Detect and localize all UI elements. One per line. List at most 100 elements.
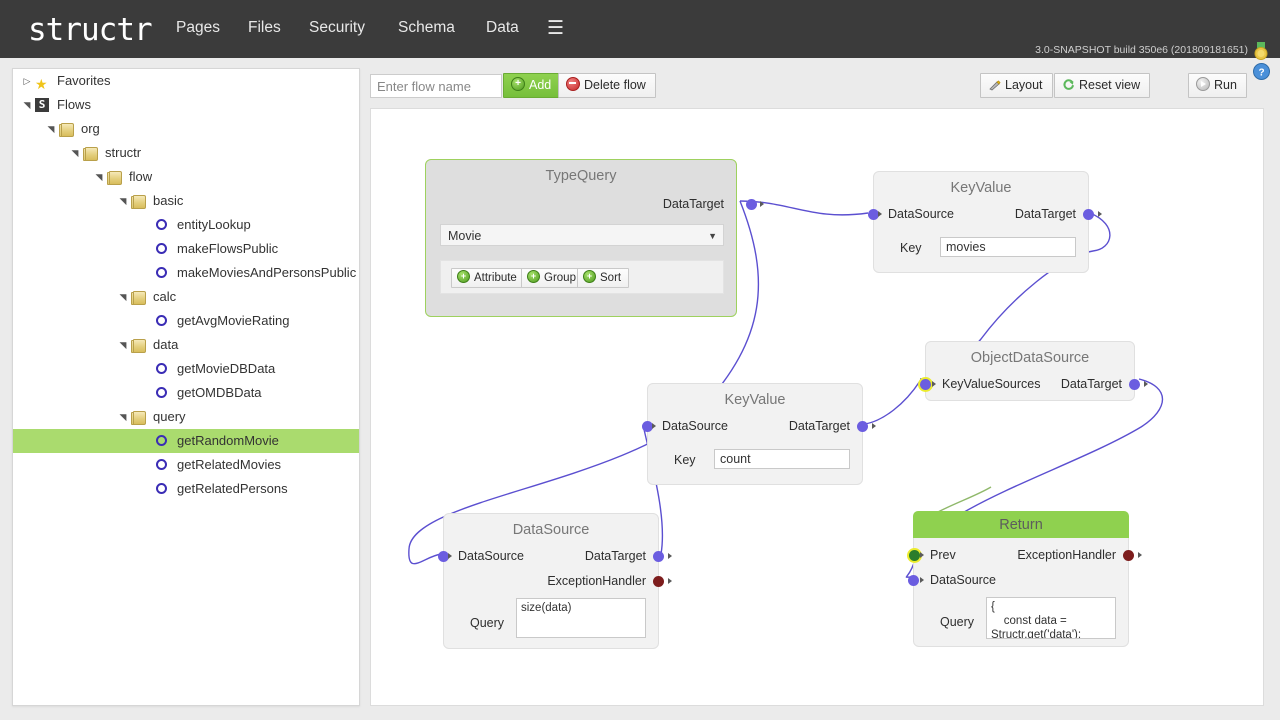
port-label-datatarget: DataTarget [789, 414, 850, 439]
port-exceptionhandler[interactable] [1123, 550, 1134, 561]
port-label-exceptionhandler: ExceptionHandler [1017, 543, 1116, 568]
hamburger-menu-icon[interactable]: ☰ [547, 17, 564, 40]
delete-flow-label: Delete flow [584, 78, 646, 92]
tree-item-favorites[interactable]: ▷★Favorites [13, 69, 359, 93]
twisty-expanded-icon[interactable]: ◥ [117, 285, 129, 309]
tree-item-structr[interactable]: ◥structr [13, 141, 359, 165]
port-arrow-icon [872, 423, 876, 429]
tree-item-getavgmovierating[interactable]: getAvgMovieRating [13, 309, 359, 333]
key-input[interactable] [940, 237, 1076, 257]
port-label-datatarget: DataTarget [1015, 202, 1076, 227]
node-datasource-title: DataSource [444, 514, 658, 536]
tree-item-label: getAvgMovieRating [177, 309, 290, 333]
twisty-expanded-icon[interactable]: ◥ [69, 141, 81, 165]
add-sort-button[interactable]: +Sort [577, 268, 629, 288]
node-typequery[interactable]: TypeQuery DataTarget Movie ▼ +Attribute … [425, 159, 737, 317]
twisty-expanded-icon[interactable]: ◥ [117, 405, 129, 429]
add-attribute-button[interactable]: +Attribute [451, 268, 525, 288]
add-flow-label: Add [529, 78, 551, 92]
port-arrow-icon [1098, 211, 1102, 217]
twisty-expanded-icon[interactable]: ◥ [117, 333, 129, 357]
flow-tree-sidebar[interactable]: ▷★Favorites◥SFlows◥org◥structr◥flow◥basi… [12, 68, 360, 706]
reset-view-label: Reset view [1079, 78, 1140, 92]
node-return[interactable]: Return Prev ExceptionHandler DataSource … [913, 511, 1129, 647]
tree-item-query[interactable]: ◥query [13, 405, 359, 429]
twisty-expanded-icon[interactable]: ◥ [45, 117, 57, 141]
type-select[interactable]: Movie ▼ [440, 224, 724, 246]
port-label-datatarget: DataTarget [585, 544, 646, 569]
port-label-prev: Prev [930, 543, 956, 568]
field-label-query: Query [940, 607, 974, 637]
tree-item-flows[interactable]: ◥SFlows [13, 93, 359, 117]
delete-flow-button[interactable]: Delete flow [558, 73, 656, 98]
flow-icon [155, 481, 171, 497]
twisty-collapsed-icon[interactable]: ▷ [21, 69, 33, 93]
nav-item-data[interactable]: Data [486, 19, 519, 37]
tree-item-getomdbdata[interactable]: getOMDBData [13, 381, 359, 405]
flow-toolbar: +Add Delete flow Layout Reset view Run [370, 68, 1262, 104]
tree-item-flow[interactable]: ◥flow [13, 165, 359, 189]
flow-icon [155, 313, 171, 329]
tree-item-label: calc [153, 285, 176, 309]
add-flow-button[interactable]: +Add [503, 73, 561, 98]
tree-item-calc[interactable]: ◥ calc [13, 285, 359, 309]
nav-item-schema[interactable]: Schema [398, 19, 455, 37]
tree-item-basic[interactable]: ◥ basic [13, 189, 359, 213]
add-group-button[interactable]: +Group [521, 268, 584, 288]
tree-item-getrandommovie[interactable]: getRandomMovie [13, 429, 359, 453]
tree-item-getmoviedbdata[interactable]: getMovieDBData [13, 357, 359, 381]
port-label-exceptionhandler: ExceptionHandler [547, 569, 646, 594]
twisty-expanded-icon[interactable]: ◥ [21, 93, 33, 117]
app-logo[interactable]: structr [28, 12, 152, 48]
key-input[interactable] [714, 449, 850, 469]
port-datatarget[interactable] [653, 551, 664, 562]
tree-item-getrelatedmovies[interactable]: getRelatedMovies [13, 453, 359, 477]
flow-icon [155, 241, 171, 257]
twisty-expanded-icon[interactable]: ◥ [93, 165, 105, 189]
tree-item-data[interactable]: ◥data [13, 333, 359, 357]
type-select-value: Movie [448, 225, 481, 247]
flow-name-input[interactable] [370, 74, 502, 98]
port-keyvaluesources[interactable] [920, 379, 931, 390]
flow-icon [155, 457, 171, 473]
nav-item-files[interactable]: Files [248, 19, 281, 37]
query-textarea[interactable] [516, 598, 646, 638]
port-datatarget[interactable] [857, 421, 868, 432]
twisty-expanded-icon[interactable]: ◥ [117, 189, 129, 213]
node-objectdatasource-title: ObjectDataSource [926, 342, 1134, 364]
port-arrow-icon [1144, 381, 1148, 387]
port-datatarget[interactable] [1129, 379, 1140, 390]
top-navigation-bar: structr Pages Files Security Schema Data… [0, 0, 1280, 58]
nav-item-security[interactable]: Security [309, 19, 365, 37]
tree-item-org[interactable]: ◥org [13, 117, 359, 141]
query-textarea[interactable] [986, 597, 1116, 639]
node-objectdatasource[interactable]: ObjectDataSource KeyValueSources DataTar… [925, 341, 1135, 401]
add-attribute-label: Attribute [474, 272, 517, 284]
reset-view-button[interactable]: Reset view [1054, 73, 1150, 98]
node-datasource[interactable]: DataSource DataSource DataTarget Excepti… [443, 513, 659, 649]
tree-item-makemoviesandpersonspublic[interactable]: makeMoviesAndPersonsPublic [13, 261, 359, 285]
tree-item-getrelatedpersons[interactable]: getRelatedPersons [13, 477, 359, 501]
port-datasource[interactable] [908, 575, 919, 586]
port-arrow-icon [878, 211, 882, 217]
tree-item-label: getRelatedPersons [177, 477, 288, 501]
node-keyvalue-mid[interactable]: KeyValue DataSource DataTarget Key [647, 383, 863, 485]
nav-item-pages[interactable]: Pages [176, 19, 220, 37]
port-prev[interactable] [909, 550, 920, 561]
flow-editor-canvas[interactable]: TypeQuery DataTarget Movie ▼ +Attribute … [370, 108, 1264, 706]
node-keyvalue-top[interactable]: KeyValue DataSource DataTarget Key [873, 171, 1089, 273]
layout-button[interactable]: Layout [980, 73, 1053, 98]
port-datatarget[interactable] [746, 199, 757, 210]
tree-item-entitylookup[interactable]: entityLookup [13, 213, 359, 237]
node-keyvalue-mid-title: KeyValue [648, 384, 862, 406]
node-keyvalue-top-title: KeyValue [874, 172, 1088, 194]
tree-item-makeflowspublic[interactable]: makeFlowsPublic [13, 237, 359, 261]
tree-item-label: basic [153, 189, 183, 213]
version-label: 3.0-SNAPSHOT build 350e6 (201809181651) [1035, 44, 1248, 56]
port-datatarget[interactable] [1083, 209, 1094, 220]
run-flow-button[interactable]: Run [1188, 73, 1247, 98]
tree-item-label: Favorites [57, 69, 110, 93]
port-label-keyvaluesources: KeyValueSources [942, 372, 1040, 397]
port-exceptionhandler[interactable] [653, 576, 664, 587]
port-arrow-icon [668, 553, 672, 559]
